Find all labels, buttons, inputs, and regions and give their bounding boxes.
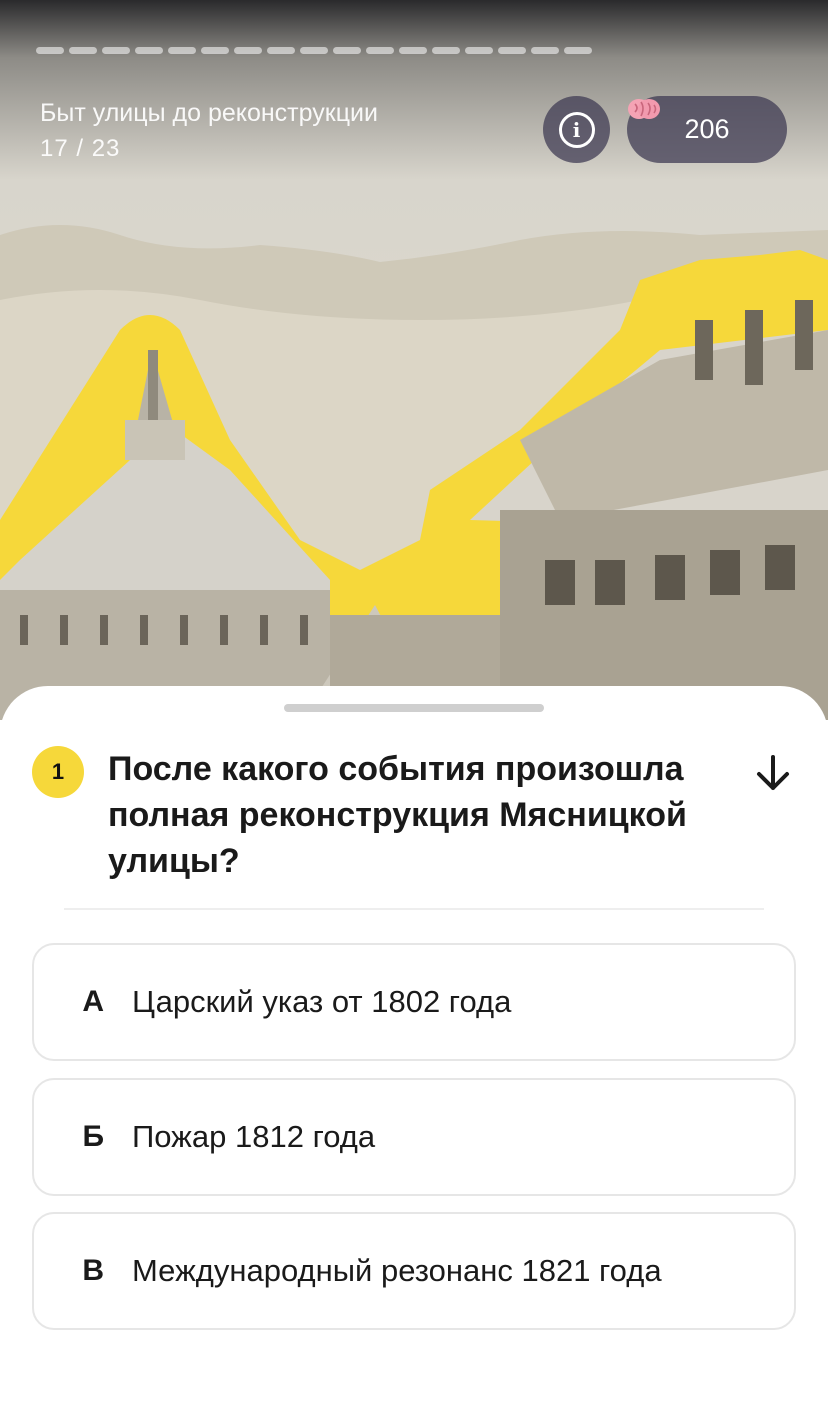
progress-segment: [498, 47, 526, 54]
score-pill[interactable]: 206: [627, 96, 787, 163]
arrow-down-icon[interactable]: [752, 752, 794, 794]
progress-segment: [201, 47, 229, 54]
question-sheet: 1 После какого события произошла полная …: [0, 686, 828, 1409]
question-number-badge: 1: [32, 746, 84, 798]
brain-icon: [628, 99, 660, 119]
info-button[interactable]: i: [543, 96, 610, 163]
score-value: 206: [684, 114, 730, 144]
story-title: Быт улицы до реконструкции: [40, 99, 378, 127]
progress-segment: [135, 47, 163, 54]
answer-letter: А: [82, 985, 104, 1018]
progress-segment: [465, 47, 493, 54]
story-progress-bar: [36, 47, 592, 54]
answer-option-b[interactable]: Б Пожар 1812 года: [32, 1078, 796, 1196]
progress-segment: [333, 47, 361, 54]
answer-letter: Б: [82, 1120, 104, 1153]
progress-segment: [168, 47, 196, 54]
answer-letter: В: [82, 1254, 104, 1287]
answer-text: Царский указ от 1802 года: [132, 984, 512, 1019]
answer-option-c[interactable]: В Международный резонанс 1821 года: [32, 1212, 796, 1330]
divider: [64, 908, 764, 910]
progress-segment: [531, 47, 559, 54]
progress-segment: [69, 47, 97, 54]
progress-segment: [36, 47, 64, 54]
answer-text: Международный резонанс 1821 года: [132, 1253, 662, 1288]
hero-illustration: Быт улицы до реконструкции 17 / 23 i 206: [0, 0, 828, 720]
sheet-drag-handle[interactable]: [284, 704, 544, 712]
progress-segment: [102, 47, 130, 54]
progress-segment: [267, 47, 295, 54]
progress-segment: [300, 47, 328, 54]
answer-option-a[interactable]: А Царский указ от 1802 года: [32, 943, 796, 1061]
progress-segment: [564, 47, 592, 54]
info-icon: i: [558, 111, 595, 148]
progress-segment: [234, 47, 262, 54]
progress-segment: [366, 47, 394, 54]
progress-segment: [432, 47, 460, 54]
story-counter: 17 / 23: [40, 135, 121, 162]
answer-text: Пожар 1812 года: [132, 1119, 376, 1154]
progress-segment: [399, 47, 427, 54]
question-text: После какого события произошла полная ре…: [108, 750, 687, 880]
